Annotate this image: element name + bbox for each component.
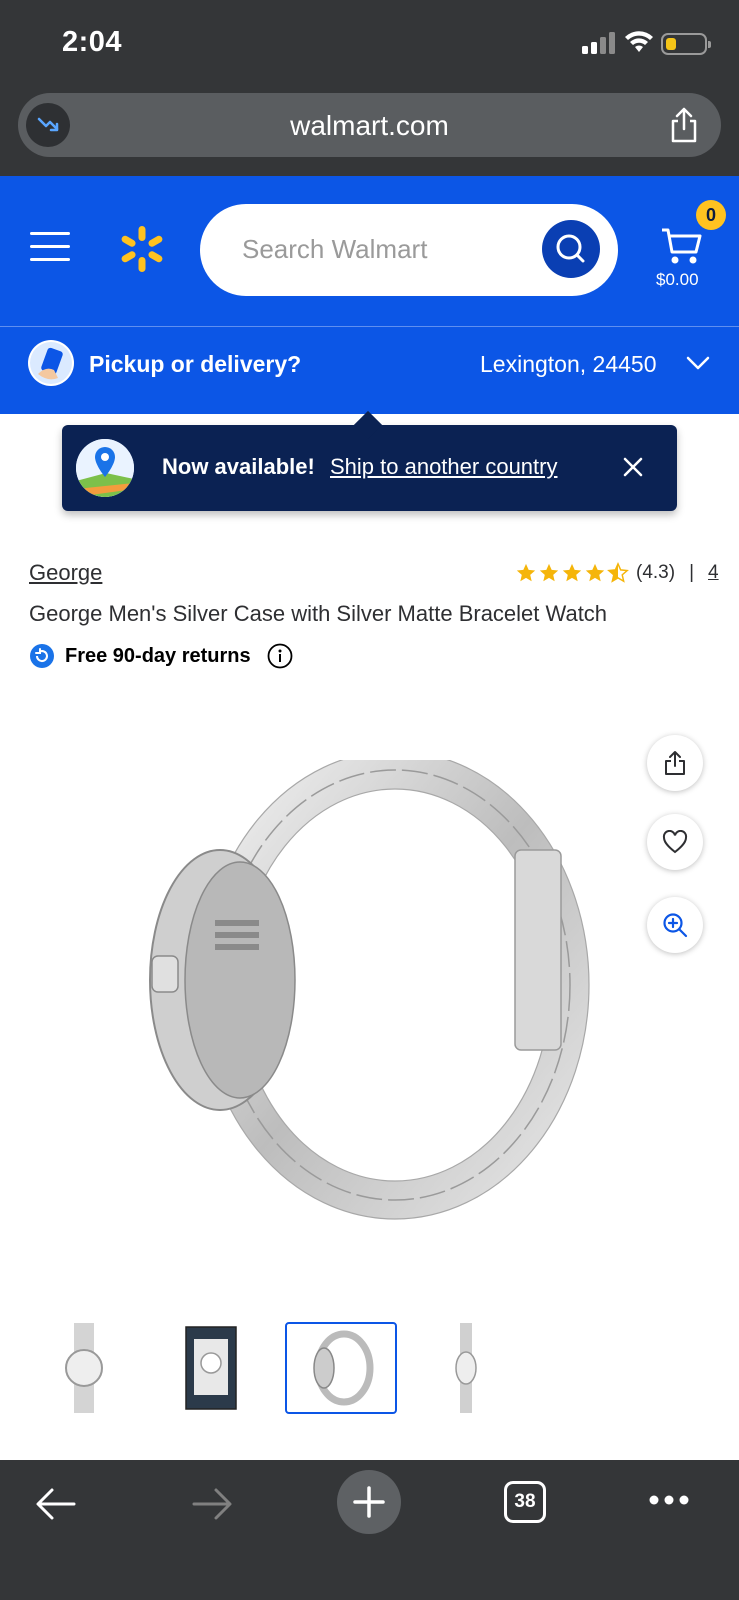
cart-button[interactable]: 0 $0.00 — [656, 200, 726, 289]
info-icon[interactable] — [267, 643, 293, 669]
battery-icon — [661, 33, 711, 55]
status-bar: 2:04 — [0, 0, 739, 88]
close-icon[interactable] — [622, 456, 644, 478]
hamburger-menu-icon[interactable] — [30, 232, 70, 262]
share-icon — [665, 751, 685, 775]
returns-text: Free 90-day returns — [65, 644, 251, 667]
star-icon — [585, 563, 605, 582]
returns-icon — [30, 644, 54, 668]
thumbnail-3[interactable] — [285, 1322, 397, 1414]
new-tab-button[interactable] — [337, 1470, 401, 1534]
star-rating — [515, 562, 630, 584]
review-count-link[interactable]: 4 — [708, 562, 719, 584]
search-input[interactable]: Search Walmart — [200, 204, 618, 296]
watch-side-thumb — [313, 1330, 374, 1406]
browser-toolbar: 38 — [0, 1460, 739, 1600]
plus-icon — [353, 1486, 385, 1518]
phone-delivery-icon — [28, 340, 74, 386]
more-options-icon[interactable] — [648, 1494, 690, 1506]
url-text: walmart.com — [290, 110, 449, 141]
star-icon — [539, 563, 559, 582]
wifi-icon — [625, 31, 653, 52]
brand-link[interactable]: George — [29, 560, 102, 586]
thumbnail-2[interactable] — [155, 1322, 267, 1414]
map-pin-icon — [76, 439, 134, 497]
signal-icon — [582, 32, 615, 54]
site-header: Search Walmart 0 $0.00 — [0, 176, 739, 326]
location-text: Lexington, 24450 — [480, 351, 657, 377]
star-icon — [562, 563, 582, 582]
product-image[interactable] — [130, 760, 600, 1250]
favorite-button[interactable] — [647, 814, 703, 870]
walmart-spark-logo[interactable] — [117, 224, 167, 274]
pickup-label: Pickup or delivery? — [89, 351, 302, 377]
ship-country-link[interactable]: Ship to another country — [330, 454, 557, 480]
thumbnail-4[interactable] — [410, 1322, 522, 1414]
back-arrow-icon[interactable] — [34, 1484, 78, 1524]
zoom-button[interactable] — [647, 897, 703, 953]
forward-arrow-icon[interactable] — [190, 1484, 234, 1524]
watch-front-thumb — [65, 1323, 103, 1413]
watch-standing-thumb — [455, 1323, 477, 1413]
zoom-in-icon — [663, 913, 688, 938]
search-placeholder: Search Walmart — [242, 234, 428, 264]
search-button[interactable] — [542, 220, 600, 278]
rating-separator: | — [689, 562, 695, 583]
rating-value: (4.3) — [636, 562, 676, 583]
tab-count-button[interactable]: 38 — [504, 1481, 546, 1523]
star-icon — [516, 563, 536, 582]
half-star-icon — [607, 562, 629, 583]
chevron-down-icon — [686, 356, 710, 370]
share-button[interactable] — [647, 735, 703, 791]
status-time: 2:04 — [62, 26, 123, 58]
now-available-text: Now available! — [162, 454, 315, 479]
pickup-delivery-bar[interactable]: Pickup or delivery? Lexington, 24450 — [0, 326, 739, 414]
cart-icon — [662, 228, 702, 264]
product-title: George Men's Silver Case with Silver Mat… — [29, 601, 608, 626]
watch-box-thumb — [185, 1326, 237, 1410]
rating-summary[interactable]: (4.3) | 4 — [515, 560, 719, 586]
browser-address-area: walmart.com — [0, 88, 739, 176]
search-icon — [556, 234, 585, 263]
thumbnail-1[interactable] — [28, 1322, 140, 1414]
returns-info: Free 90-day returns — [29, 642, 293, 670]
share-icon[interactable] — [669, 107, 699, 143]
cart-count-badge: 0 — [696, 200, 726, 230]
cart-total: $0.00 — [656, 270, 699, 289]
address-bar[interactable]: walmart.com — [18, 93, 721, 157]
ship-country-tooltip: Now available! Ship to another country — [62, 410, 677, 511]
heart-icon — [662, 830, 688, 854]
